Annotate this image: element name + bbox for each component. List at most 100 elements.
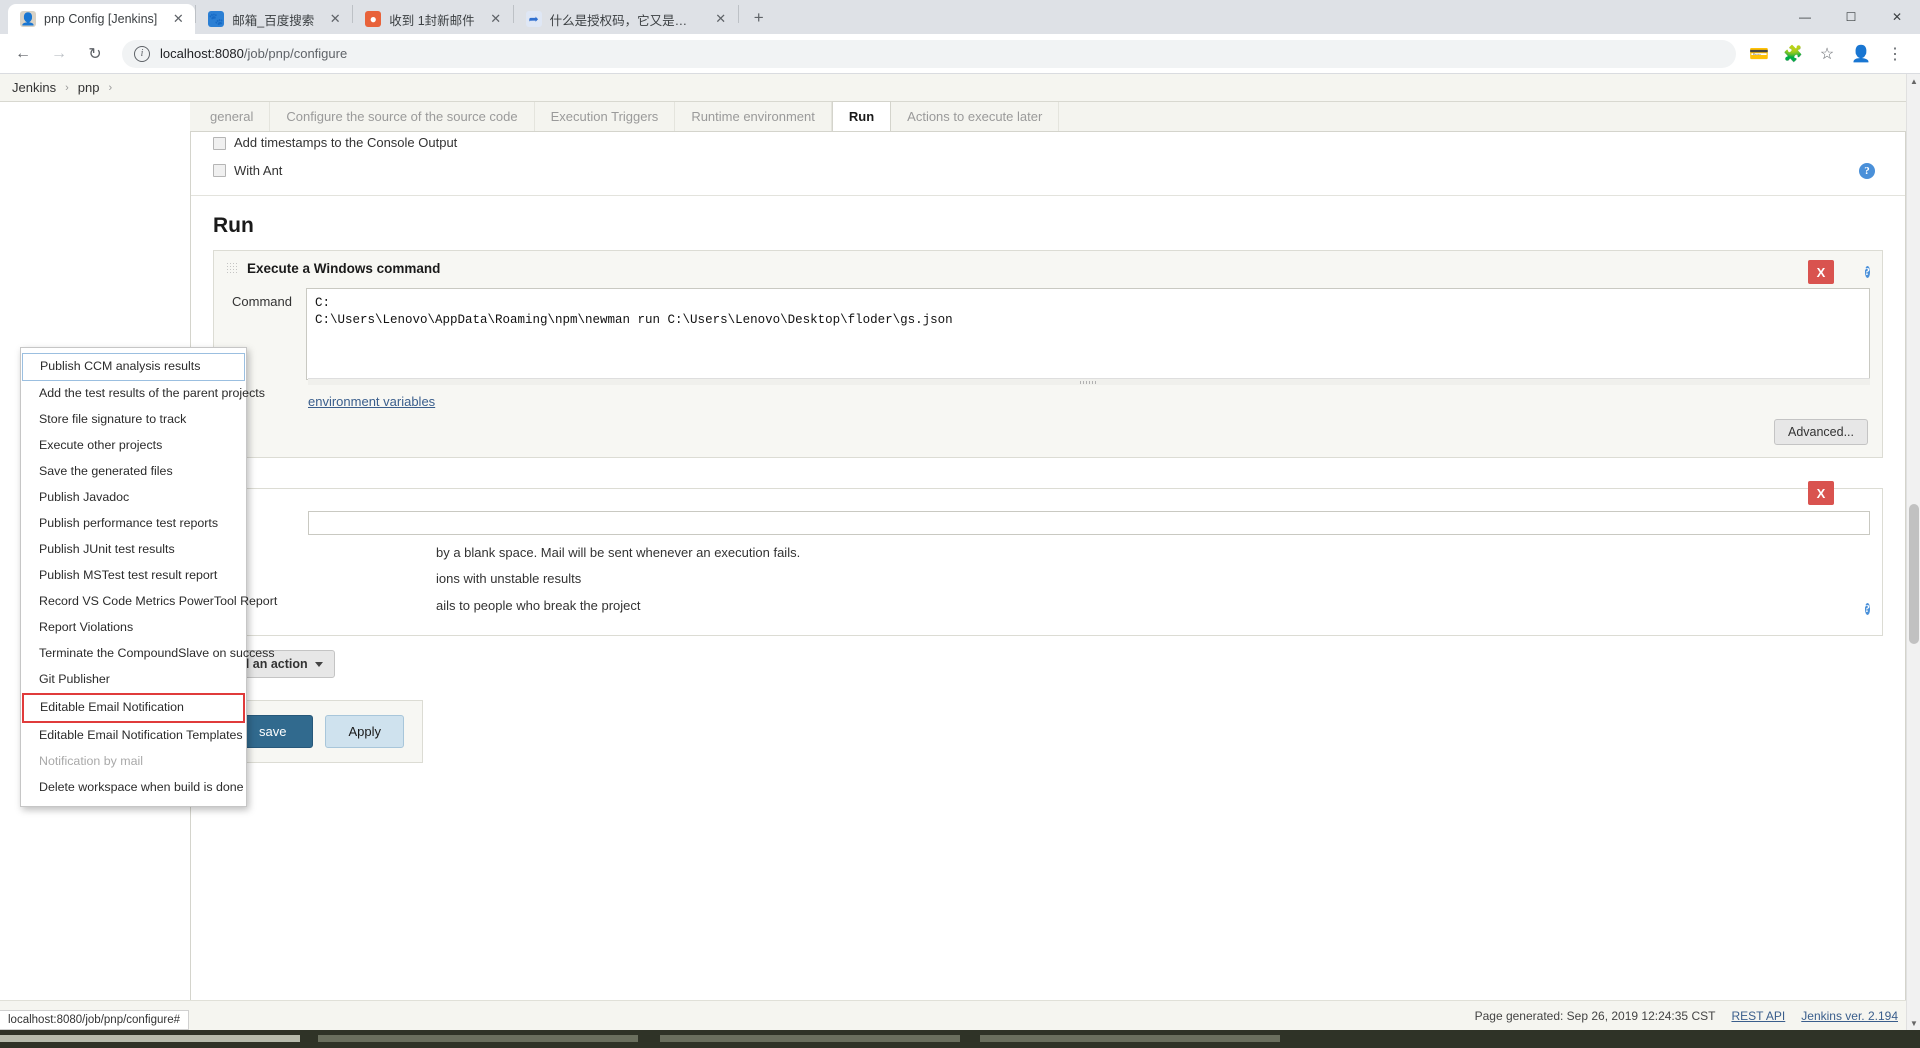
delete-post-build-button[interactable]: X — [1808, 481, 1834, 505]
star-icon[interactable]: ☆ — [1812, 39, 1842, 69]
maximize-button[interactable]: ☐ — [1828, 0, 1874, 34]
menu-item-publish-javadoc[interactable]: Publish Javadoc — [21, 485, 246, 511]
menu-item-git-publisher[interactable]: Git Publisher — [21, 667, 246, 693]
checkbox-label: Add timestamps to the Console Output — [234, 135, 458, 150]
back-icon[interactable]: ← — [8, 39, 38, 69]
checkbox-icon[interactable] — [213, 164, 226, 177]
browser-toolbar: ← → ↻ i localhost:8080/job/pnp/configure… — [0, 34, 1920, 74]
add-action-dropdown-menu[interactable]: Publish CCM analysis results Add the tes… — [20, 347, 277, 807]
menu-item-publish-junit[interactable]: Publish JUnit test results — [21, 537, 246, 563]
jenkins-favicon: 👤 — [20, 11, 36, 27]
taskbar-segment — [0, 1035, 300, 1042]
page-viewport: Jenkins › pnp › general Configure the so… — [0, 74, 1920, 1048]
jenkins-version-link[interactable]: Jenkins ver. 2.194 — [1801, 1009, 1898, 1023]
reload-icon[interactable]: ↻ — [80, 39, 110, 69]
menu-item-report-violations[interactable]: Report Violations — [21, 615, 246, 641]
help-icon[interactable]: ? — [1859, 162, 1875, 179]
url-host: localhost:8080 — [160, 46, 244, 61]
textarea-resize-handle[interactable] — [308, 378, 1870, 385]
chevron-right-icon[interactable]: › — [108, 82, 112, 94]
command-label: Command — [232, 294, 292, 309]
help-icon[interactable]: ? — [1864, 603, 1870, 615]
recipients-input[interactable] — [308, 511, 1870, 535]
builder-panel: Execute a Windows command X ? Command C:… — [213, 250, 1883, 458]
post-build-text-2: ions with unstable results — [436, 571, 582, 586]
tab-execution-triggers[interactable]: Execution Triggers — [534, 102, 676, 131]
checkbox-icon[interactable] — [213, 137, 226, 150]
menu-item-delete-workspace[interactable]: Delete workspace when build is done — [21, 775, 246, 801]
menu-item-terminate-compoundslave[interactable]: Terminate the CompoundSlave on success — [21, 641, 275, 667]
scrollbar-thumb[interactable] — [1909, 504, 1919, 644]
menu-item-publish-ccm[interactable]: Publish CCM analysis results — [22, 353, 245, 381]
page-title: Run — [213, 214, 254, 237]
puzzle-icon[interactable]: 🧩 — [1778, 39, 1808, 69]
help-icon-wrap: ? — [1864, 599, 1870, 617]
browser-tab-title: 邮箱_百度搜索 — [232, 13, 315, 28]
taskbar-segment — [318, 1035, 638, 1042]
content-wrap: general Configure the source of the sour… — [0, 101, 1920, 1048]
site-info-icon[interactable]: i — [134, 45, 150, 62]
tab-actions-later[interactable]: Actions to execute later — [891, 102, 1060, 131]
command-input[interactable]: C: C:\Users\Lenovo\AppData\Roaming\npm\n… — [306, 288, 1870, 380]
menu-item-publish-performance[interactable]: Publish performance test reports — [21, 511, 246, 537]
builder-hint: environment variables — [214, 385, 1882, 411]
post-build-text-1: by a blank space. Mail will be sent when… — [436, 545, 801, 560]
page-generated-text: Page generated: Sep 26, 2019 12:24:35 CS… — [1474, 1008, 1716, 1023]
baidu-favicon: 🐾 — [208, 11, 225, 27]
menu-item-notification-by-mail: Notification by mail — [39, 753, 143, 768]
avatar-icon[interactable]: 👤 — [1846, 39, 1876, 69]
menu-item-save-generated-files[interactable]: Save the generated files — [21, 459, 246, 485]
browser-tab-title: 什么是授权码，它又是如何设置 — [549, 13, 700, 28]
forward-icon[interactable]: → — [44, 39, 74, 69]
close-icon[interactable]: ✕ — [710, 8, 732, 30]
drag-handle-icon[interactable] — [226, 262, 237, 275]
breadcrumb-item-jenkins[interactable]: Jenkins — [12, 80, 56, 95]
menu-item-editable-email-notification[interactable]: Editable Email Notification — [22, 692, 245, 723]
rest-api-link[interactable]: REST API — [1731, 1009, 1785, 1023]
minimize-button[interactable]: — — [1782, 0, 1828, 34]
close-icon[interactable]: ✕ — [485, 8, 507, 30]
menu-item-publish-mstest[interactable]: Publish MSTest test result report — [21, 563, 246, 589]
chevron-right-icon: › — [65, 81, 69, 94]
command-field-row: Command C: C:\Users\Lenovo\AppData\Roami… — [214, 284, 1882, 386]
tab-run[interactable]: Run — [831, 101, 892, 131]
close-icon[interactable]: ✕ — [167, 8, 189, 30]
checkbox-row-with-ant[interactable]: With Ant ? — [191, 158, 1905, 183]
form-scroll-pane: Add timestamps to the Console Output Wit… — [191, 132, 1905, 1047]
card-icon[interactable]: 💳 — [1744, 39, 1774, 69]
tab-runtime-environment[interactable]: Runtime environment — [675, 102, 832, 131]
new-tab-button[interactable]: + — [745, 4, 773, 32]
checkbox-row-timestamps[interactable]: Add timestamps to the Console Output — [191, 132, 1905, 150]
delete-builder-button[interactable]: X — [1808, 260, 1834, 284]
browser-tab-1[interactable]: 🐾 邮箱_百度搜索 ✕ — [196, 4, 353, 34]
apply-button[interactable]: Apply — [325, 715, 404, 748]
scroll-up-icon[interactable]: ▲ — [1907, 74, 1920, 88]
menu-item-execute-other-projects[interactable]: Execute other projects — [21, 433, 246, 459]
address-bar[interactable]: i localhost:8080/job/pnp/configure — [122, 39, 1736, 68]
builder-heading-row: Execute a Windows command — [214, 251, 1882, 284]
browser-tab-0[interactable]: 👤 pnp Config [Jenkins] ✕ — [8, 4, 196, 34]
browser-window: 👤 pnp Config [Jenkins] ✕ 🐾 邮箱_百度搜索 ✕ ● 收… — [0, 0, 1920, 1048]
post-build-panel: X ? by a blank space. Mail will be sent … — [213, 481, 1883, 636]
browser-tab-3[interactable]: ➦ 什么是授权码，它又是如何设置 ✕ — [513, 4, 738, 34]
breadcrumb-item-pnp[interactable]: pnp — [78, 80, 100, 95]
menu-item-editable-email-templates[interactable]: Editable Email Notification Templates — [21, 723, 246, 749]
help-icon[interactable]: ? — [1864, 266, 1870, 278]
tab-general[interactable]: general — [194, 102, 271, 131]
scroll-down-icon[interactable]: ▼ — [1907, 1016, 1920, 1030]
menu-item-record-vs-metrics[interactable]: Record VS Code Metrics PowerTool Report — [21, 589, 277, 615]
chevron-down-icon — [314, 661, 323, 667]
config-form-body: Add timestamps to the Console Output Wit… — [190, 132, 1906, 1048]
tab-source-code[interactable]: Configure the source of the source code — [270, 102, 535, 131]
environment-variables-link[interactable]: environment variables — [308, 394, 435, 409]
menu-item-store-file-signature[interactable]: Store file signature to track — [21, 407, 246, 433]
advanced-button[interactable]: Advanced... — [1773, 419, 1868, 445]
browser-tab-2[interactable]: ● 收到 1封新邮件 ✕ — [353, 4, 513, 34]
page-scrollbar[interactable]: ▲ ▼ — [1906, 74, 1920, 1030]
close-window-button[interactable]: ✕ — [1874, 0, 1920, 34]
link-favicon: ➦ — [525, 11, 542, 27]
close-icon[interactable]: ✕ — [324, 8, 346, 30]
taskbar — [0, 1030, 1920, 1048]
kebab-menu-icon[interactable]: ⋮ — [1880, 39, 1910, 69]
menu-item-parent-test-results[interactable]: Add the test results of the parent proje… — [21, 381, 265, 407]
